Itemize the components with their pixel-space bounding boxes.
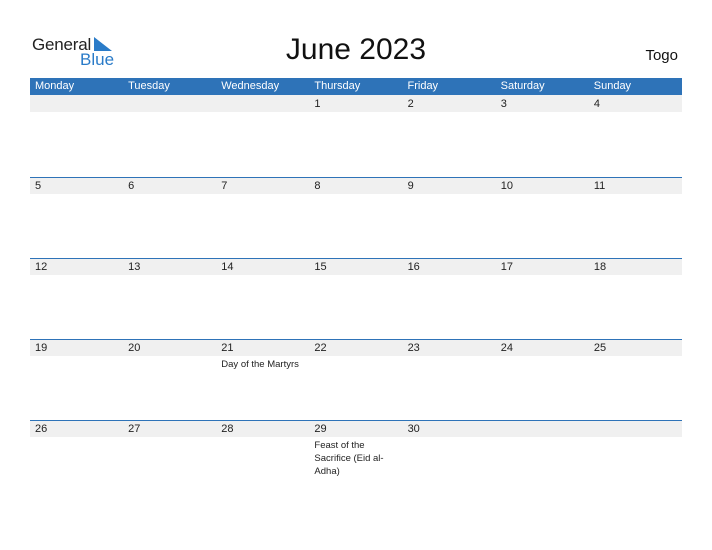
day-number: 7 <box>221 180 228 192</box>
day-number: 29 <box>314 423 327 435</box>
day-cell: 4 <box>589 95 682 176</box>
day-cell: 17 <box>496 258 589 339</box>
day-cell: 3 <box>496 95 589 176</box>
day-number: 13 <box>128 261 141 273</box>
day-cell: 25 <box>589 339 682 420</box>
day-cell: 16 <box>403 258 496 339</box>
weekday-tuesday: Tuesday <box>128 80 170 92</box>
day-number: 16 <box>407 261 420 273</box>
day-number: 18 <box>593 261 607 273</box>
day-number: 2 <box>407 98 414 110</box>
day-number: 30 <box>407 423 420 435</box>
day-cell: 30 <box>403 420 496 501</box>
day-number: 1 <box>314 98 321 110</box>
day-cell: 12 <box>30 258 123 339</box>
day-cell: 11 <box>589 177 682 258</box>
day-number: 20 <box>128 342 141 354</box>
day-cell: 5 <box>30 177 123 258</box>
holiday-label: Feast of the Sacrifice (Eid al-Adha) <box>314 440 384 477</box>
day-cell: 27 <box>123 420 216 501</box>
day-cell: 15 <box>309 258 402 339</box>
day-cell: 2 <box>403 95 496 176</box>
day-number: 19 <box>35 342 48 354</box>
day-cell: 20 <box>123 339 216 420</box>
day-cell <box>216 95 309 176</box>
day-number: 3 <box>500 98 507 110</box>
weekday-header: Monday Tuesday Wednesday Thursday Friday… <box>30 78 682 95</box>
day-cell: 28 <box>216 420 309 501</box>
day-cell: 22 <box>309 339 402 420</box>
day-number: 8 <box>314 180 321 192</box>
day-cell: 29 Feast of the Sacrifice (Eid al-Adha) <box>309 420 402 501</box>
day-number: 26 <box>35 423 48 435</box>
day-cell: 9 <box>403 177 496 258</box>
country-label: Togo <box>645 47 678 64</box>
day-cell: 1 <box>309 95 402 176</box>
weekday-wednesday: Wednesday <box>221 80 280 92</box>
day-number: 6 <box>128 180 135 192</box>
day-number: 22 <box>314 342 327 354</box>
day-number: 10 <box>500 180 513 192</box>
weekday-friday: Friday <box>407 80 439 92</box>
week-row: 19 20 21 Day of the Martyrs 22 23 24 25 <box>30 339 682 420</box>
page-title: June 2023 <box>285 33 427 66</box>
day-cell <box>496 420 589 501</box>
day-cell: 18 <box>589 258 682 339</box>
weekday-thursday: Thursday <box>314 80 361 92</box>
day-number: 4 <box>593 98 600 110</box>
day-number: 15 <box>314 261 327 273</box>
weekday-monday: Monday <box>35 80 75 92</box>
day-cell: 10 <box>496 177 589 258</box>
weekday-saturday: Saturday <box>500 80 545 92</box>
day-number: 17 <box>500 261 513 273</box>
day-cell: 7 <box>216 177 309 258</box>
day-number: 14 <box>221 261 234 273</box>
day-cell <box>589 420 682 501</box>
holiday-label: Day of the Martyrs <box>221 359 299 370</box>
weekday-sunday: Sunday <box>593 80 632 92</box>
day-number: 11 <box>593 180 606 192</box>
day-number: 21 <box>221 342 234 354</box>
day-number: 25 <box>593 342 607 354</box>
week-row: 26 27 28 29 Feast of the Sacrifice (Eid al-A… <box>30 420 682 501</box>
day-number: 27 <box>128 423 141 435</box>
day-cell <box>123 95 216 176</box>
day-number: 23 <box>407 342 420 354</box>
week-row: 5 6 7 8 9 10 11 <box>30 177 682 258</box>
week-row: 12 13 14 15 16 17 18 <box>30 258 682 339</box>
day-number: 12 <box>35 261 48 273</box>
day-cell: 14 <box>216 258 309 339</box>
day-cell: 13 <box>123 258 216 339</box>
day-number: 9 <box>407 180 414 192</box>
day-cell: 19 <box>30 339 123 420</box>
day-number: 5 <box>35 180 42 192</box>
week-row: 1 2 3 4 <box>30 95 682 176</box>
day-number: 24 <box>500 342 513 354</box>
day-cell: 8 <box>309 177 402 258</box>
day-cell: 23 <box>403 339 496 420</box>
day-cell: 21 Day of the Martyrs <box>216 339 309 420</box>
day-cell <box>30 95 123 176</box>
day-cell: 24 <box>496 339 589 420</box>
day-cell: 26 <box>30 420 123 501</box>
day-number: 28 <box>221 423 234 435</box>
day-cell: 6 <box>123 177 216 258</box>
